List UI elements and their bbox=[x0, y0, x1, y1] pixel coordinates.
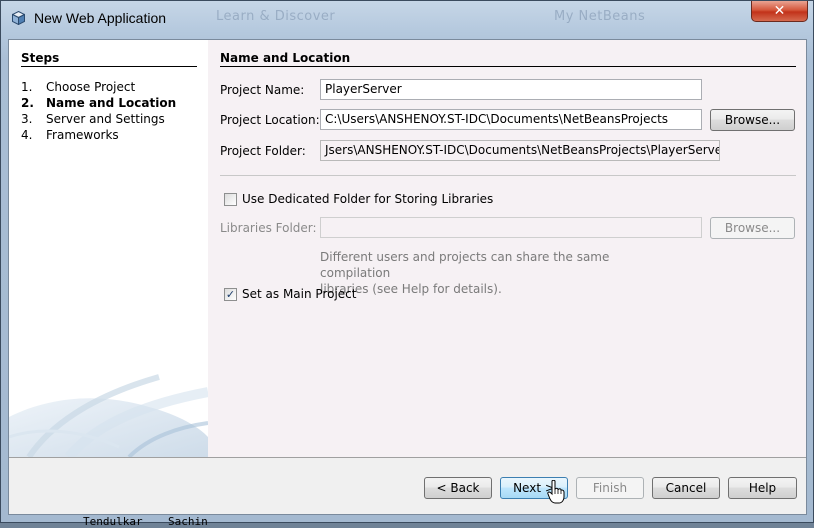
cancel-button[interactable]: Cancel bbox=[652, 477, 720, 499]
back-button[interactable]: < Back bbox=[424, 477, 492, 499]
main-project-label[interactable]: Set as Main Project bbox=[242, 287, 356, 301]
libraries-help-text: Different users and projects can share t… bbox=[320, 249, 680, 297]
finish-button[interactable]: Finish bbox=[576, 477, 644, 499]
underlying-text-1: Tendulkar bbox=[83, 515, 143, 528]
project-folder-label: Project Folder: bbox=[220, 144, 306, 158]
window-title: New Web Application bbox=[34, 10, 167, 26]
options-divider bbox=[220, 175, 796, 176]
step-item-choose-project: 1. Choose Project bbox=[21, 79, 176, 95]
name-and-location-panel: Name and Location Project Name: PlayerSe… bbox=[208, 40, 806, 457]
step-label: Server and Settings bbox=[46, 112, 165, 126]
dedicated-folder-checkbox[interactable] bbox=[224, 193, 237, 206]
wizard-decoration-graphic bbox=[9, 374, 208, 457]
libraries-folder-input[interactable] bbox=[320, 217, 702, 238]
check-icon: ✓ bbox=[225, 288, 236, 301]
project-location-input[interactable]: C:\Users\ANSHENOY.ST-IDC\Documents\NetBe… bbox=[320, 109, 702, 130]
dedicated-folder-label[interactable]: Use Dedicated Folder for Storing Librari… bbox=[242, 192, 493, 206]
section-title: Name and Location bbox=[220, 51, 351, 65]
netbeans-cube-icon bbox=[12, 11, 25, 25]
hand-pointer-icon bbox=[547, 480, 565, 504]
project-name-input[interactable]: PlayerServer bbox=[320, 79, 702, 100]
underlying-text-2: Sachin bbox=[168, 515, 208, 528]
steps-panel: Steps 1. Choose Project 2. Name and Locati… bbox=[9, 40, 208, 457]
dialog-client-area: Steps 1. Choose Project 2. Name and Locati… bbox=[8, 39, 807, 515]
steps-divider bbox=[21, 66, 197, 67]
step-number: 4. bbox=[21, 128, 33, 142]
dialog-window: Learn & Discover My NetBeans New Web App… bbox=[0, 0, 814, 528]
step-number: 2. bbox=[21, 96, 34, 110]
step-label: Frameworks bbox=[46, 128, 119, 142]
help-text-line-2: libraries (see Help for details). bbox=[320, 282, 502, 296]
project-folder-field[interactable]: Jsers\ANSHENOY.ST-IDC\Documents\NetBeans… bbox=[320, 140, 720, 161]
step-label: Choose Project bbox=[46, 80, 136, 94]
project-location-label: Project Location: bbox=[220, 113, 320, 127]
section-divider bbox=[220, 66, 796, 67]
help-button[interactable]: Help bbox=[728, 477, 797, 499]
project-name-label: Project Name: bbox=[220, 83, 305, 97]
footer-divider bbox=[9, 457, 806, 458]
title-bar[interactable]: New Web Application ✕ bbox=[1, 1, 813, 35]
step-item-name-and-location: 2. Name and Location bbox=[21, 95, 176, 111]
step-number: 3. bbox=[21, 112, 33, 126]
step-number: 1. bbox=[21, 80, 33, 94]
step-item-server-and-settings: 3. Server and Settings bbox=[21, 111, 176, 127]
libraries-folder-browse-button[interactable]: Browse... bbox=[710, 217, 795, 239]
close-button[interactable]: ✕ bbox=[751, 1, 808, 22]
step-label: Name and Location bbox=[46, 96, 177, 110]
close-icon: ✕ bbox=[773, 3, 786, 19]
project-location-browse-button[interactable]: Browse... bbox=[710, 109, 795, 131]
steps-list: 1. Choose Project 2. Name and Location 3. S… bbox=[21, 79, 176, 143]
step-item-frameworks: 4. Frameworks bbox=[21, 127, 176, 143]
main-project-checkbox[interactable]: ✓ bbox=[224, 288, 237, 301]
help-text-line-1: Different users and projects can share t… bbox=[320, 250, 610, 280]
steps-title: Steps bbox=[21, 51, 60, 65]
libraries-folder-label: Libraries Folder: bbox=[220, 221, 317, 235]
